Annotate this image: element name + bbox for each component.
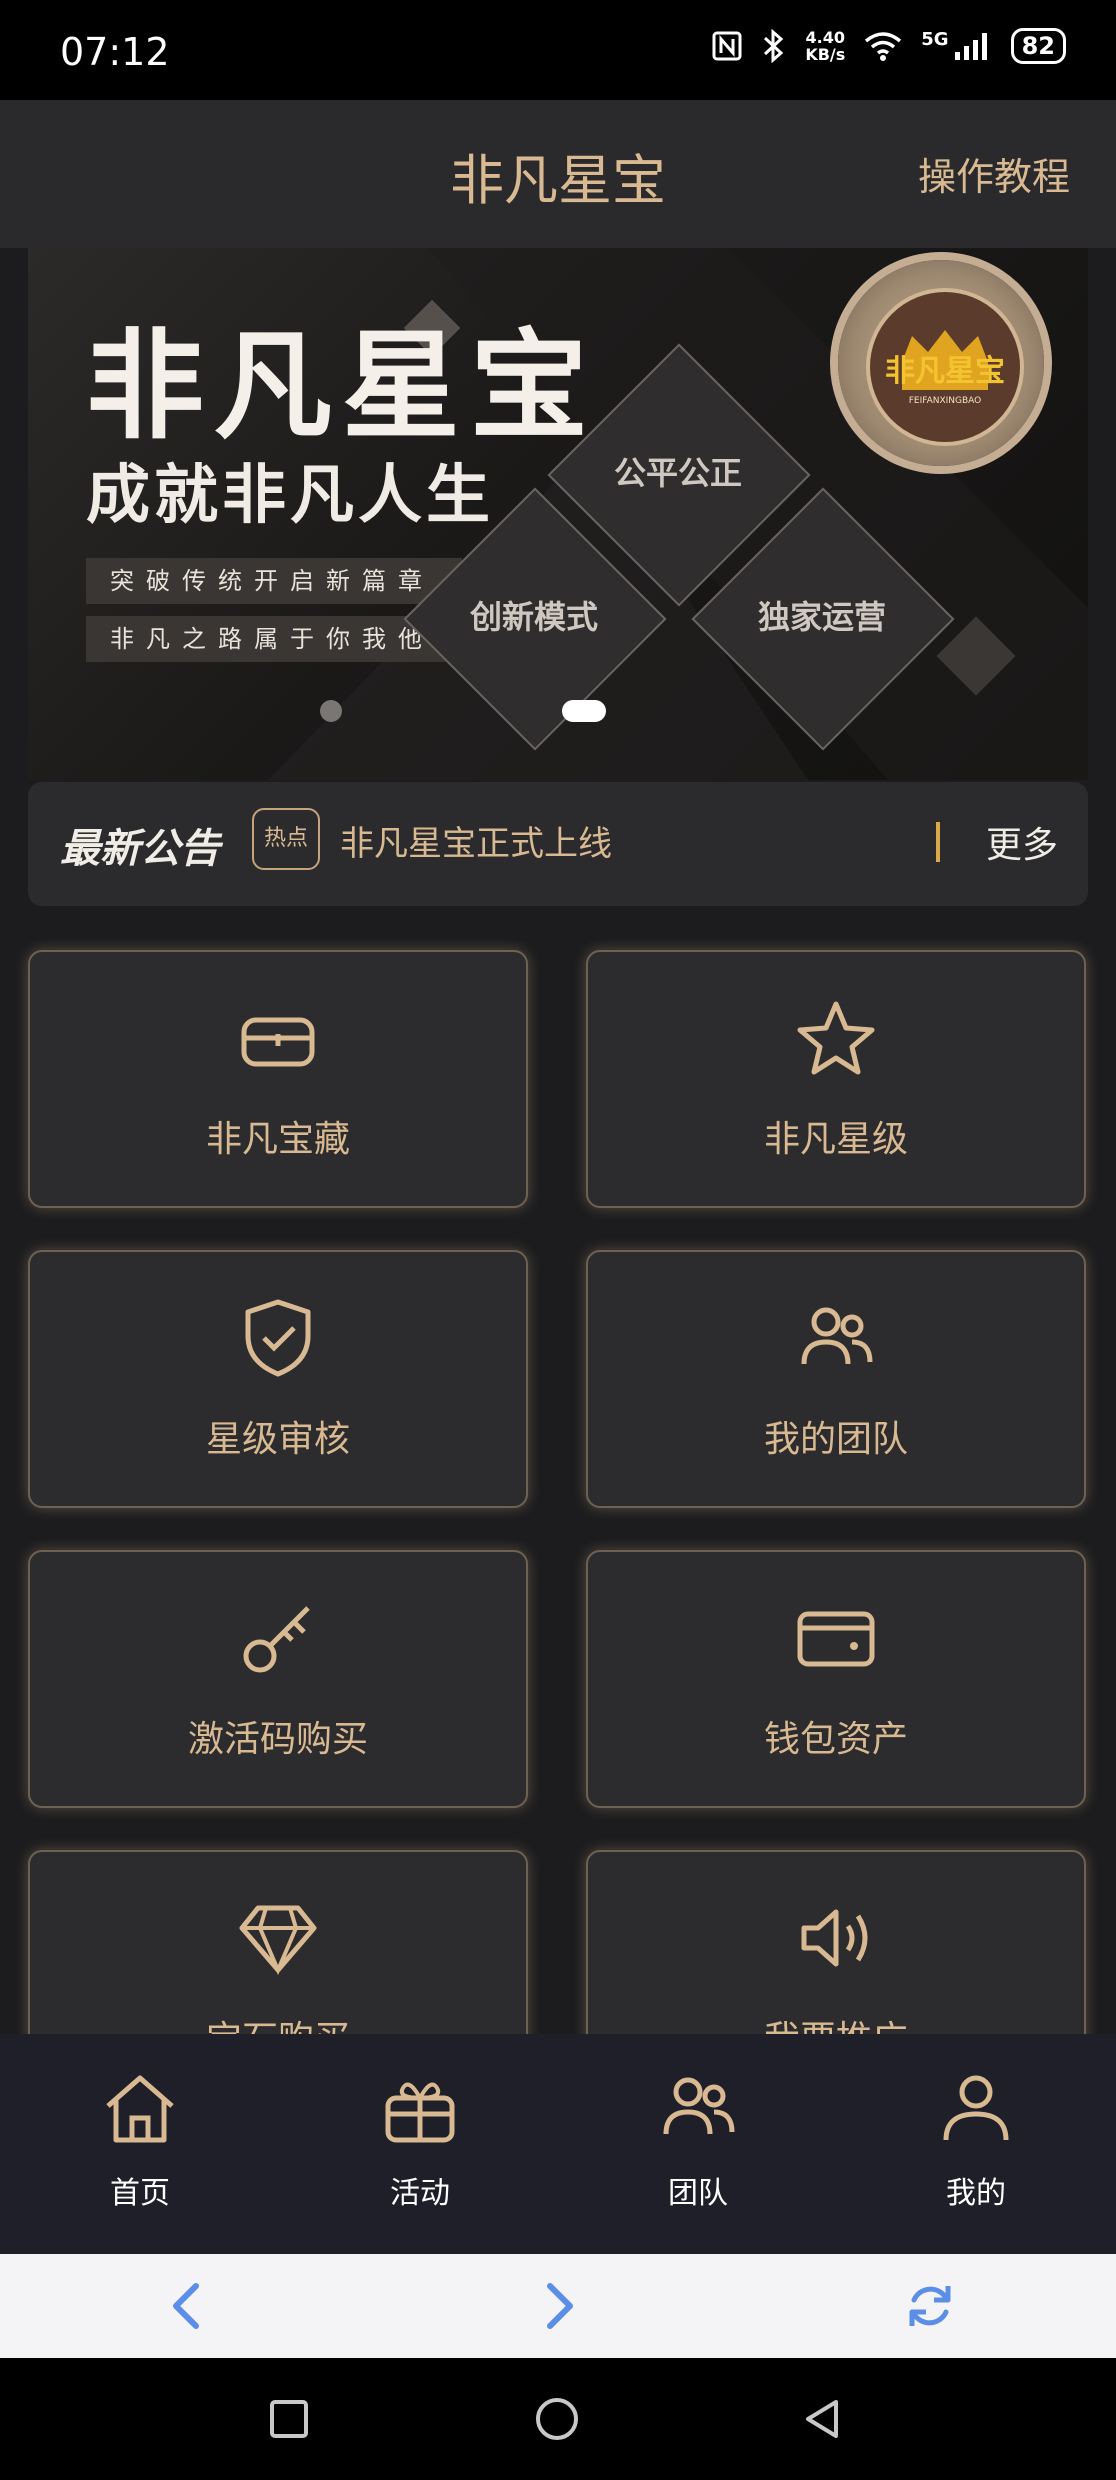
tile-my-team[interactable]: 我的团队 [586, 1250, 1086, 1508]
carousel-dot[interactable] [320, 700, 342, 722]
tile-star-level[interactable]: 非凡星级 [586, 950, 1086, 1208]
recent-apps-icon[interactable] [266, 2396, 312, 2442]
status-icons: 4.40 KB/s 5G 82 [711, 28, 1066, 64]
notice-more-link[interactable]: 更多 [986, 816, 1058, 868]
bluetooth-icon [764, 29, 784, 63]
tile-star-review[interactable]: 星级审核 [28, 1250, 528, 1508]
back-arrow-icon[interactable] [158, 2276, 218, 2336]
tile-label: 激活码购买 [187, 1719, 368, 1760]
app-header: 非凡星宝 操作教程 [0, 100, 1116, 248]
nav-item-home[interactable]: 首页 [50, 2068, 230, 2212]
team-icon [663, 2077, 735, 2135]
net-speed-value: 4.40 [805, 28, 846, 47]
seal-text: 非凡星宝 [885, 354, 1005, 389]
banner-carousel[interactable]: 非凡星宝 成就非凡人生 突破传统开启新篇章 非凡之路属于你我他 公平公正 创新模… [28, 248, 1088, 780]
treasure-box-icon [241, 1017, 315, 1067]
notice-bar[interactable]: 最新公告 热点 非凡星宝正式上线 更多 [28, 782, 1088, 906]
net-speed-unit: KB/s [805, 45, 846, 64]
nav-label: 团队 [668, 2176, 728, 2211]
nav-label: 首页 [110, 2176, 170, 2211]
seal-inner: 非凡星宝 FEIFANXINGBAO [866, 288, 1024, 446]
seal-subtext: FEIFANXINGBAO [908, 396, 982, 406]
system-nav-bar [0, 2358, 1116, 2480]
nav-label: 活动 [390, 2176, 450, 2211]
tile-treasure[interactable]: 非凡宝藏 [28, 950, 528, 1208]
browser-toolbar [0, 2254, 1116, 2358]
gem-icon [239, 1905, 317, 1976]
tile-label: 非凡宝藏 [205, 1119, 350, 1160]
back-button-icon[interactable] [800, 2396, 846, 2442]
tile-wallet[interactable]: 钱包资产 [586, 1550, 1086, 1808]
nav-label: 我的 [946, 2176, 1006, 2211]
team-icon [801, 1307, 873, 1365]
nav-item-mine[interactable]: 我的 [886, 2068, 1066, 2212]
gift-icon [385, 2082, 455, 2143]
star-icon [797, 1001, 875, 1075]
key-icon [243, 1606, 310, 1673]
tile-label: 星级审核 [205, 1419, 350, 1460]
banner-subtitle: 成就非凡人生 [86, 459, 494, 533]
tile-label: 非凡星级 [763, 1119, 908, 1160]
notice-heading: 最新公告 [60, 826, 220, 872]
diamond-label: 公平公正 [613, 454, 742, 492]
battery-indicator: 82 [1010, 28, 1066, 64]
forward-arrow-icon[interactable] [528, 2276, 588, 2336]
shield-check-icon [245, 1299, 311, 1377]
network-type: 5G [921, 28, 949, 50]
hot-badge: 热点 [252, 808, 320, 870]
nav-item-activity[interactable]: 活动 [330, 2068, 510, 2212]
status-bar: 07:12 4.40 KB/s 5G 82 [0, 0, 1116, 100]
notice-divider [936, 822, 940, 862]
nfc-icon [712, 31, 742, 61]
carousel-dot-active[interactable] [562, 700, 606, 722]
nav-item-team[interactable]: 团队 [608, 2068, 788, 2212]
speaker-icon [801, 1909, 868, 1967]
tile-label: 钱包资产 [763, 1719, 908, 1760]
status-time: 07:12 [60, 30, 170, 74]
notice-text[interactable]: 非凡星宝正式上线 [340, 816, 612, 865]
diamond-label: 独家运营 [757, 598, 886, 636]
wallet-icon [797, 1611, 875, 1667]
bottom-nav: 首页 活动 团队 我的 [0, 2034, 1116, 2254]
refresh-icon[interactable] [900, 2276, 960, 2336]
wifi-icon [865, 32, 902, 61]
banner-title: 非凡星宝 [86, 317, 599, 455]
net-speed: 4.40 KB/s [805, 29, 845, 63]
tile-label: 我的团队 [763, 1419, 908, 1460]
signal-icon [954, 33, 987, 60]
brand-seal: 非凡星宝 FEIFANXINGBAO [838, 260, 1044, 466]
user-icon [943, 2075, 1009, 2141]
home-icon [106, 2075, 174, 2143]
home-button-icon[interactable] [534, 2396, 580, 2442]
diamond-label: 创新模式 [469, 598, 598, 636]
tile-activation-code[interactable]: 激活码购买 [28, 1550, 528, 1808]
tutorial-link[interactable]: 操作教程 [918, 146, 1070, 201]
